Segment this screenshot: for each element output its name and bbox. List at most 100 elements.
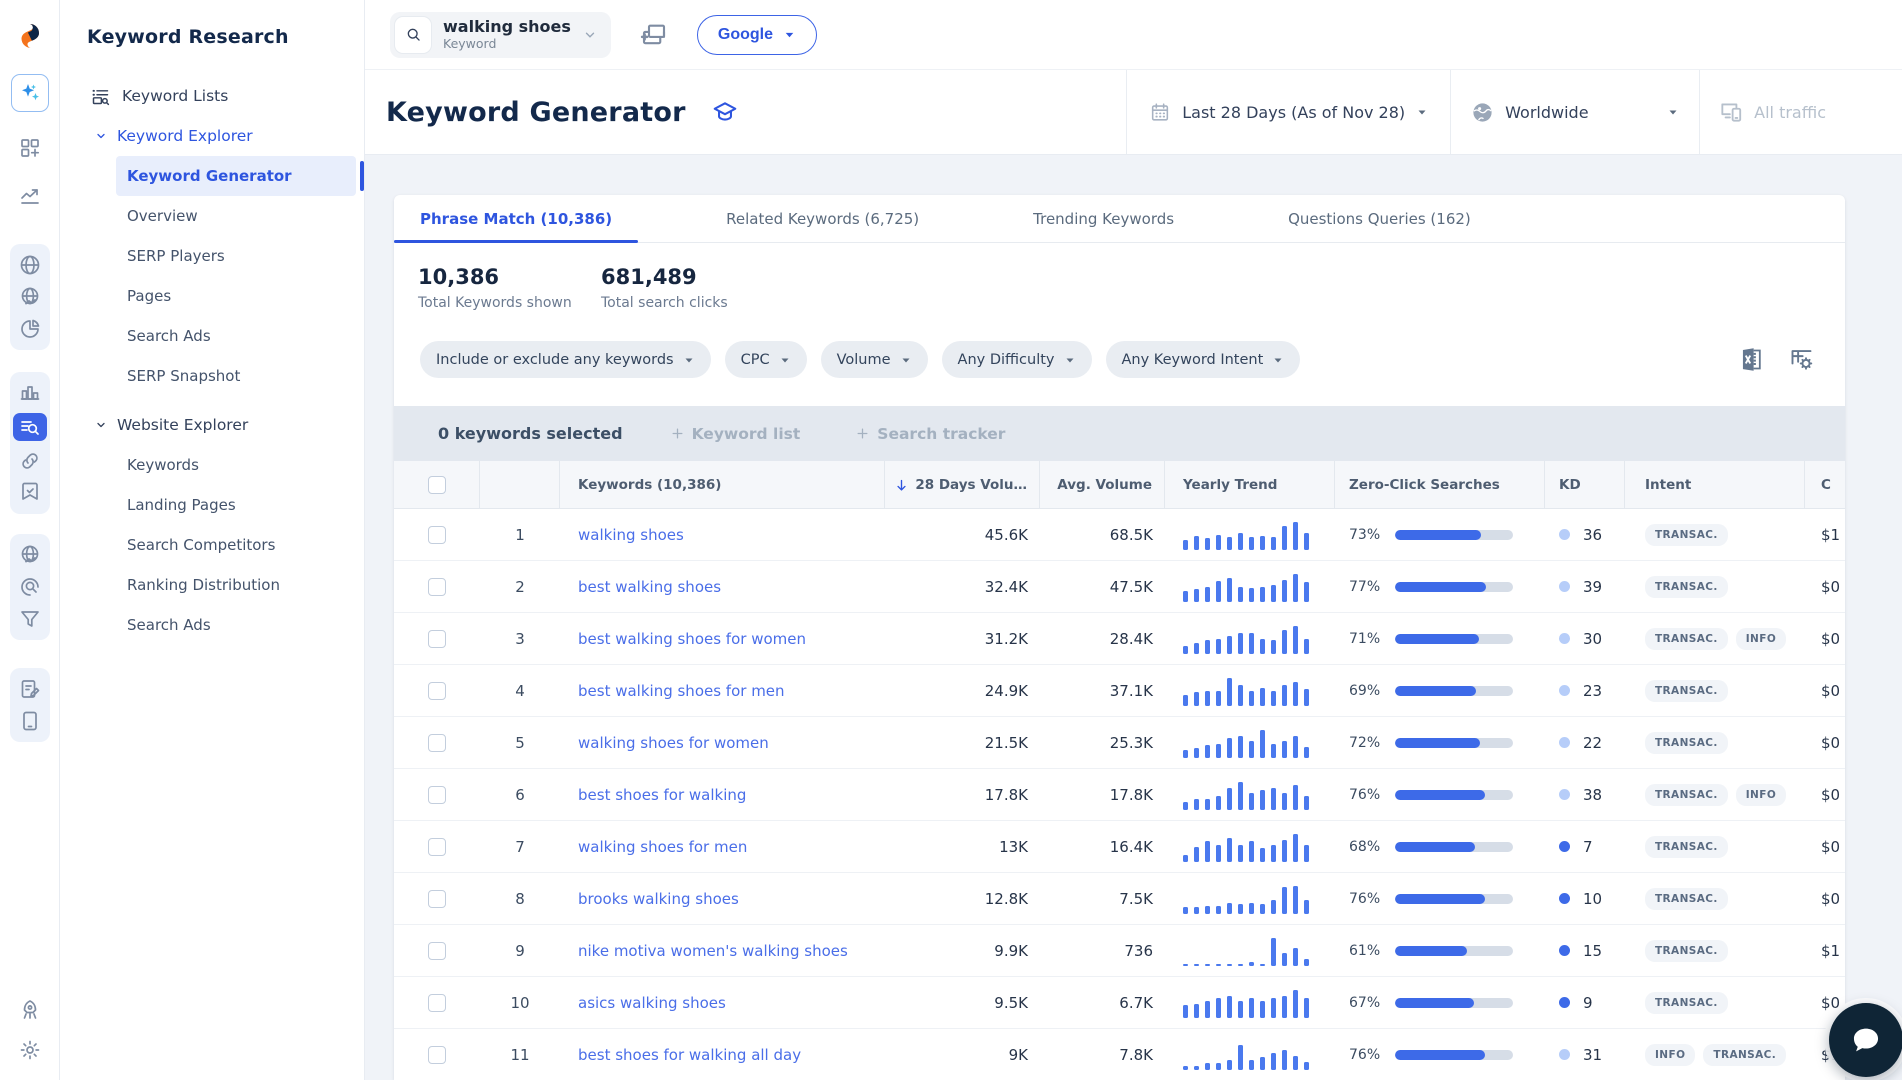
filter-cpc[interactable]: CPC bbox=[724, 341, 807, 378]
keyword-link[interactable]: walking shoes for men bbox=[560, 838, 885, 856]
filter-volume[interactable]: Volume bbox=[820, 341, 928, 378]
row-checkbox[interactable] bbox=[428, 785, 446, 804]
filter-any-keyword-intent[interactable]: Any Keyword Intent bbox=[1105, 341, 1301, 378]
keyword-link[interactable]: best walking shoes for men bbox=[560, 682, 885, 700]
keyword-link[interactable]: walking shoes for women bbox=[560, 734, 885, 752]
keywords-column-header[interactable]: Keywords (10,386) bbox=[560, 461, 885, 509]
intent-column-header[interactable]: Intent bbox=[1625, 461, 1805, 509]
cpc-value: $0 bbox=[1821, 681, 1841, 700]
kd-cell: 31 bbox=[1545, 1046, 1625, 1064]
sidebar-item-search-ads[interactable]: Search Ads bbox=[116, 605, 356, 645]
row-checkbox[interactable] bbox=[428, 993, 446, 1012]
sidebar-group-website-explorer[interactable]: Website Explorer bbox=[60, 405, 364, 445]
rocket-icon[interactable] bbox=[18, 998, 42, 1022]
sidebar-item-landing-pages[interactable]: Landing Pages bbox=[116, 485, 356, 525]
zero-click-cell: 73% bbox=[1335, 527, 1545, 543]
yearly-trend-sparkline bbox=[1165, 884, 1335, 914]
chat-widget-button[interactable] bbox=[1829, 1003, 1902, 1077]
table-settings-icon[interactable] bbox=[1788, 346, 1815, 373]
kd-value: 9 bbox=[1583, 993, 1593, 1012]
sort-down-icon bbox=[894, 478, 909, 493]
zero-click-column-header[interactable]: Zero-Click Searches bbox=[1335, 461, 1545, 509]
link-icon[interactable] bbox=[18, 449, 42, 473]
ai-assistant-button[interactable] bbox=[10, 74, 49, 112]
sidebar-item-ranking-distribution[interactable]: Ranking Distribution bbox=[116, 565, 356, 605]
pie-chart-icon[interactable] bbox=[18, 317, 42, 341]
search-engine-selector[interactable]: Google bbox=[696, 14, 817, 55]
row-checkbox[interactable] bbox=[428, 941, 446, 960]
add-to-keyword-list-button[interactable]: Keyword list bbox=[671, 425, 800, 443]
funnel-icon[interactable] bbox=[18, 607, 42, 631]
avg-volume-column-header[interactable]: Avg. Volume bbox=[1040, 461, 1165, 509]
select-all-checkbox[interactable] bbox=[427, 476, 446, 494]
keyword-link[interactable]: best shoes for walking all day bbox=[560, 1046, 885, 1064]
keyword-link[interactable]: walking shoes bbox=[560, 526, 885, 544]
kd-dot bbox=[1559, 529, 1570, 540]
keyword-link[interactable]: best shoes for walking bbox=[560, 786, 885, 804]
tab-related-keywords[interactable]: Related Keywords (6,725) bbox=[700, 195, 945, 242]
keyword-search-control[interactable]: walking shoes Keyword bbox=[390, 11, 611, 58]
tab-phrase-match[interactable]: Phrase Match (10,386) bbox=[394, 195, 639, 243]
tag-check-icon[interactable] bbox=[18, 481, 42, 505]
sidebar-item-serp-players[interactable]: SERP Players bbox=[116, 236, 356, 276]
page-header: Keyword Generator Last 28 Days (As of No… bbox=[365, 70, 1902, 155]
add-to-search-tracker-button[interactable]: Search tracker bbox=[856, 425, 1005, 443]
sidebar-item-search-competitors[interactable]: Search Competitors bbox=[116, 525, 356, 565]
region-selector[interactable]: Worldwide bbox=[1451, 70, 1699, 154]
cpc-column-header[interactable]: C bbox=[1805, 461, 1845, 509]
trending-icon[interactable] bbox=[18, 184, 42, 208]
yearly-trend-sparkline bbox=[1165, 572, 1335, 602]
tab-questions-queries[interactable]: Questions Queries (162) bbox=[1262, 195, 1497, 242]
keyword-link[interactable]: best walking shoes bbox=[560, 578, 885, 596]
kd-dot bbox=[1559, 737, 1570, 748]
web-analysis-icon[interactable] bbox=[18, 543, 42, 567]
row-select-cell bbox=[394, 733, 480, 752]
excel-export-icon[interactable] bbox=[1739, 346, 1766, 373]
row-checkbox[interactable] bbox=[428, 889, 446, 908]
keyword-link[interactable]: best walking shoes for women bbox=[560, 630, 885, 648]
sidebar-item-serp-snapshot[interactable]: SERP Snapshot bbox=[116, 356, 356, 396]
sidebar-item-pages[interactable]: Pages bbox=[116, 276, 356, 316]
sidebar-item-keyword-lists[interactable]: Keyword Lists bbox=[60, 76, 364, 116]
gear-icon[interactable] bbox=[18, 1038, 42, 1062]
table-row: 3 best walking shoes for women 31.2K 28.4K 7… bbox=[394, 613, 1845, 665]
row-checkbox[interactable] bbox=[428, 577, 446, 596]
doc-edit-icon[interactable] bbox=[18, 677, 42, 701]
device-icon[interactable] bbox=[18, 709, 42, 733]
keyword-research-icon[interactable] bbox=[12, 413, 47, 441]
bar-chart-icon[interactable] bbox=[18, 381, 42, 405]
yearly-trend-column-header[interactable]: Yearly Trend bbox=[1165, 461, 1335, 509]
filter-any-difficulty[interactable]: Any Difficulty bbox=[941, 341, 1092, 378]
sidebar-item-keywords[interactable]: Keywords bbox=[116, 445, 356, 485]
kd-cell: 38 bbox=[1545, 786, 1625, 804]
kd-column-header[interactable]: KD bbox=[1545, 461, 1625, 509]
keyword-link[interactable]: brooks walking shoes bbox=[560, 890, 885, 908]
filter-include-or-exclude-any-keywords[interactable]: Include or exclude any keywords bbox=[420, 341, 711, 378]
sidebar-item-keyword-generator[interactable]: Keyword Generator bbox=[116, 156, 364, 196]
kd-cell: 10 bbox=[1545, 890, 1625, 908]
sidebar-item-search-ads[interactable]: Search Ads bbox=[116, 316, 356, 356]
date-range-selector[interactable]: Last 28 Days (As of Nov 28) bbox=[1127, 70, 1450, 154]
similarweb-logo[interactable] bbox=[16, 22, 44, 50]
caret-down-icon bbox=[1272, 354, 1284, 366]
globe-icon[interactable] bbox=[18, 253, 42, 277]
keyword-link[interactable]: nike motiva women's walking shoes bbox=[560, 942, 885, 960]
keyword-link[interactable]: asics walking shoes bbox=[560, 994, 885, 1012]
intent-badge: TRANSAC. bbox=[1645, 679, 1728, 702]
learning-cap-icon[interactable] bbox=[712, 99, 738, 125]
row-checkbox[interactable] bbox=[428, 525, 446, 544]
web-analysis-icon[interactable] bbox=[18, 285, 42, 309]
row-checkbox[interactable] bbox=[428, 733, 446, 752]
stat-value: 10,386 bbox=[418, 265, 500, 289]
sidebar-item-overview[interactable]: Overview bbox=[116, 196, 356, 236]
sidebar-group-keyword-explorer[interactable]: Keyword Explorer bbox=[60, 116, 364, 156]
row-checkbox[interactable] bbox=[428, 629, 446, 648]
row-checkbox[interactable] bbox=[428, 1045, 446, 1064]
search-round-icon[interactable] bbox=[18, 575, 42, 599]
vol28-column-header[interactable]: 28 Days Volu… bbox=[885, 461, 1040, 509]
row-checkbox[interactable] bbox=[428, 837, 446, 856]
tab-trending-keywords[interactable]: Trending Keywords bbox=[1007, 195, 1200, 242]
dashboard-add-icon[interactable] bbox=[18, 136, 42, 160]
add-comparison-icon[interactable] bbox=[639, 20, 669, 50]
row-checkbox[interactable] bbox=[428, 681, 446, 700]
